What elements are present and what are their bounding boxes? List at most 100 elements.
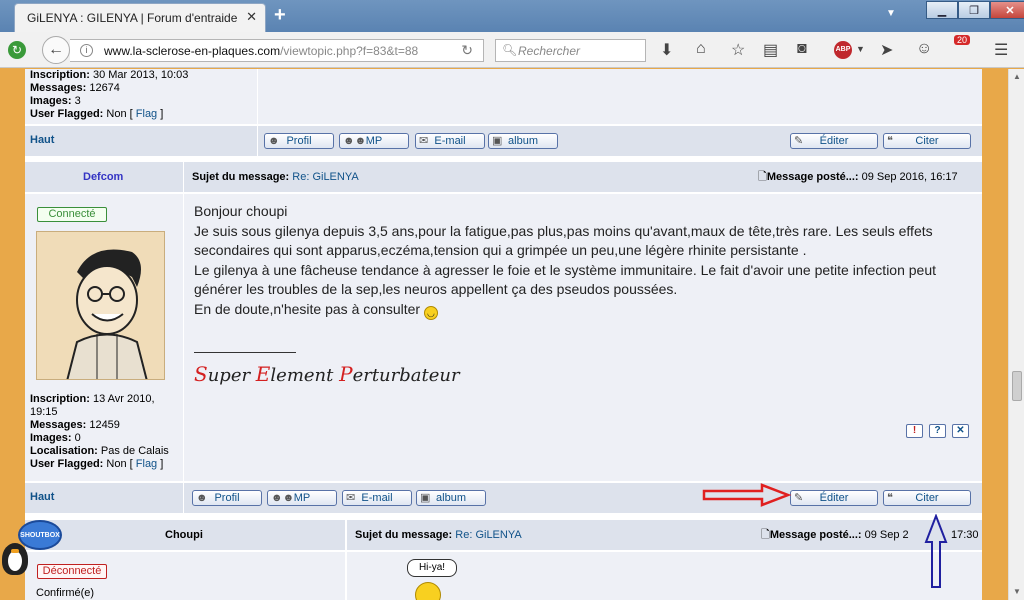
quote-button[interactable]: ❝ Citer <box>883 133 971 149</box>
profile-button[interactable]: ☻ Profil <box>264 133 334 149</box>
album-icon: ▣ <box>492 135 503 147</box>
refresh-addon-icon[interactable]: ↻ <box>8 41 26 59</box>
download-icon[interactable]: ⬇ <box>660 40 673 60</box>
sig-word: lement <box>270 365 340 386</box>
images-value: 0 <box>74 432 81 444</box>
search-icon: 🔍︎ <box>502 43 518 57</box>
next-post-profile: Déconnecté Confirmé(e) <box>25 552 345 600</box>
flagged-value: Non <box>106 108 127 120</box>
flag-link[interactable]: Flag <box>136 108 157 120</box>
inscription-value: 30 Mar 2013, 10:03 <box>92 69 189 81</box>
post-line-with-smiley: En de doute,n'hesite pas à consulter ◡ <box>194 300 979 320</box>
back-button[interactable]: ← <box>42 36 70 64</box>
posted-value-end: 17:30 <box>951 529 979 541</box>
next-post-author-header: Choupi <box>25 520 345 550</box>
red-annotation-arrow-icon <box>702 483 792 507</box>
album-button[interactable]: ▣ album <box>416 490 486 506</box>
messages-label: Messages: <box>30 419 87 431</box>
posted-label: Message posté...: <box>769 529 862 541</box>
menu-hamburger-icon[interactable]: ☰ <box>994 40 1008 60</box>
pm-button-label: MP <box>365 135 383 147</box>
online-status-badge: Connecté <box>37 207 107 222</box>
pm-icon: ☻☻ <box>343 135 367 147</box>
pocket-icon[interactable]: ◙ <box>797 40 807 58</box>
pm-button[interactable]: ☻☻ MP <box>339 133 409 149</box>
quote-icon: ❝ <box>887 492 893 504</box>
post-author-name[interactable]: Defcom <box>83 171 123 183</box>
delete-icon[interactable]: ✕ <box>952 424 969 438</box>
minimize-button[interactable]: ▁ <box>926 1 958 19</box>
album-icon: ▣ <box>420 492 431 504</box>
quote-icon: ❝ <box>887 135 893 147</box>
posted-value-start: 09 Sep 2 <box>864 529 909 541</box>
edit-button[interactable]: ✎ Éditer <box>790 133 878 149</box>
email-button[interactable]: ✉ E-mail <box>342 490 412 506</box>
hi-ya-speech-bubble: Hi-ya! <box>407 559 457 577</box>
post-doc-icon[interactable]: 🗋 <box>758 171 767 183</box>
profile-icon: ☻ <box>268 135 280 147</box>
prev-post-profile: Inscription: 30 Mar 2013, 10:03 Messages… <box>25 69 257 124</box>
smiley-icon: ◡ <box>423 305 438 320</box>
scroll-down-icon[interactable]: ▼ <box>1013 587 1021 596</box>
adblock-dropdown-icon[interactable]: ▼ <box>856 44 865 54</box>
pm-button[interactable]: ☻☻ MP <box>267 490 337 506</box>
post-body-cell: Bonjour choupi Je suis sous gilenya depu… <box>184 194 982 481</box>
quote-button-label: Citer <box>915 492 939 504</box>
reading-list-icon[interactable]: ▤ <box>763 40 778 60</box>
profile-icon: ☻ <box>196 492 208 504</box>
post-doc-icon[interactable]: 🗋 <box>761 529 770 541</box>
scroll-up-icon[interactable]: ▲ <box>1013 72 1021 81</box>
tab-list-chevron-icon[interactable]: ▼ <box>886 8 896 19</box>
top-link[interactable]: Haut <box>30 491 54 503</box>
email-button-label: E-mail <box>361 492 393 504</box>
avatar <box>36 231 165 380</box>
url-text[interactable]: www.la-sclerose-en-plaques.com/viewtopic… <box>104 44 418 58</box>
subject-link[interactable]: Re: GiLENYA <box>455 529 521 541</box>
site-info-icon[interactable]: i <box>80 44 93 57</box>
bookmark-star-icon[interactable]: ☆ <box>731 40 745 60</box>
quote-button[interactable]: ❝ Citer <box>883 490 971 506</box>
shoutbox-widget[interactable]: SHOUTBOX <box>0 517 64 579</box>
browser-tab[interactable]: GiLENYA : GILENYA | Forum d'entraide... … <box>14 3 266 32</box>
post-subject-header: Sujet du message: Re: GiLENYA 🗋Message p… <box>184 162 982 192</box>
flagged-label: User Flagged: <box>30 108 104 120</box>
sig-letter: P <box>339 362 353 386</box>
flagged-value: Non <box>106 458 127 470</box>
profile-button[interactable]: ☻ Profil <box>192 490 262 506</box>
address-bar[interactable]: i www.la-sclerose-en-plaques.com/viewtop… <box>70 39 484 62</box>
post-footer-left: Haut <box>25 483 183 513</box>
reload-icon[interactable]: ↻ <box>461 42 473 59</box>
email-button[interactable]: ✉ E-mail <box>415 133 485 149</box>
next-post-author-name[interactable]: Choupi <box>165 529 203 541</box>
report-icon[interactable]: ! <box>906 424 923 438</box>
waving-smiley-icon <box>415 582 441 600</box>
page-scrollbar[interactable]: ▲ ▼ <box>1008 69 1024 600</box>
edit-button-label: Éditer <box>819 135 849 147</box>
send-icon[interactable]: ➤ <box>880 40 893 60</box>
messages-value: 12459 <box>89 419 120 431</box>
home-icon[interactable]: ⌂ <box>696 40 706 58</box>
browser-titlebar: GiLENYA : GILENYA | Forum d'entraide... … <box>0 0 1024 32</box>
pm-button-label: MP <box>293 492 311 504</box>
flag-link[interactable]: Flag <box>136 458 157 470</box>
localisation-label: Localisation: <box>30 445 98 457</box>
info-icon[interactable]: ? <box>929 424 946 438</box>
album-button[interactable]: ▣ album <box>488 133 558 149</box>
edit-button[interactable]: ✎ Éditer <box>790 490 878 506</box>
next-post-body: Hi-ya! <box>347 552 982 600</box>
sig-word: uper <box>207 365 256 386</box>
maximize-button[interactable]: ❐ <box>958 1 990 19</box>
tab-close-icon[interactable]: ✕ <box>246 9 257 25</box>
scroll-thumb[interactable] <box>1012 371 1022 401</box>
subject-link[interactable]: Re: GiLENYA <box>292 171 358 183</box>
search-bar[interactable]: 🔍︎ Rechercher <box>495 39 646 62</box>
profile-button-label: Profil <box>286 135 312 147</box>
close-window-button[interactable]: ✕ <box>990 1 1024 19</box>
new-tab-button[interactable]: + <box>274 4 286 27</box>
adblock-icon[interactable]: ABP <box>834 41 852 59</box>
top-link[interactable]: Haut <box>30 134 54 146</box>
emoji-icon[interactable]: ☺ <box>916 40 932 58</box>
messages-value: 12674 <box>89 82 120 94</box>
notification-badge[interactable]: 20 <box>954 35 971 45</box>
window-controls: ▁ ❐ ✕ <box>926 1 1024 19</box>
